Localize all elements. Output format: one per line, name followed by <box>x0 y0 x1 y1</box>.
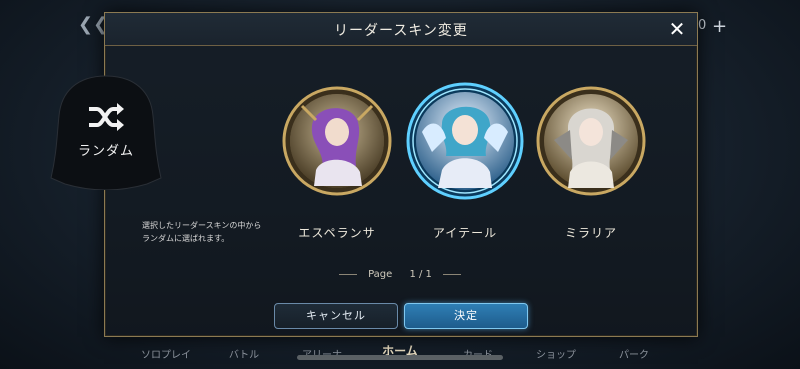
random-silhouette <box>50 75 162 190</box>
dialog-header: リーダースキン変更 ✕ <box>105 13 697 46</box>
background-counter: 0 <box>698 18 707 33</box>
skin-name-miraria: ミラリア <box>564 226 617 240</box>
skin-miraria[interactable] <box>536 86 646 196</box>
pager-label: Page <box>368 269 393 280</box>
nav-home[interactable]: ホーム <box>368 336 432 369</box>
nav-card[interactable]: カード <box>446 336 510 369</box>
nav-shop[interactable]: ショップ <box>524 336 588 369</box>
cancel-button[interactable]: キャンセル <box>274 303 398 329</box>
random-description-line-2: ランダムに選ばれます。 <box>142 234 230 243</box>
skin-esperanza[interactable] <box>282 86 392 196</box>
random-skin-option[interactable]: ランダム <box>47 74 165 190</box>
skin-aither[interactable] <box>406 82 524 200</box>
home-indicator <box>297 355 503 360</box>
plus-icon[interactable]: + <box>712 16 727 37</box>
dialog-title: リーダースキン変更 <box>334 23 468 39</box>
random-description: 選択したリーダースキンの中から ランダムに選ばれます。 <box>142 219 290 245</box>
bottom-nav: ソロプレイ バトル アリーナ ホーム カード ショップ パーク <box>0 336 800 369</box>
skin-miraria-portrait <box>536 86 646 196</box>
pager-value: 1 / 1 <box>409 269 432 280</box>
random-description-line-1: 選択したリーダースキンの中から <box>142 221 262 230</box>
skin-name-aither: アイテール <box>432 226 498 240</box>
skin-aither-portrait <box>406 82 524 200</box>
pager-divider-right <box>443 273 462 275</box>
nav-arena[interactable]: アリーナ <box>290 336 354 369</box>
nav-solo-play[interactable]: ソロプレイ <box>134 336 198 369</box>
skin-name-esperanza: エスペランサ <box>298 226 376 240</box>
nav-park[interactable]: パーク <box>602 336 666 369</box>
nav-battle[interactable]: バトル <box>212 336 276 369</box>
skin-esperanza-portrait <box>282 86 392 196</box>
confirm-button[interactable]: 決定 <box>404 303 528 329</box>
close-icon[interactable]: ✕ <box>665 17 689 41</box>
shuffle-icon <box>89 103 124 131</box>
pagination: Page 1 / 1 <box>0 269 800 280</box>
pager-divider-left <box>338 273 357 275</box>
random-label: ランダム <box>77 144 134 159</box>
